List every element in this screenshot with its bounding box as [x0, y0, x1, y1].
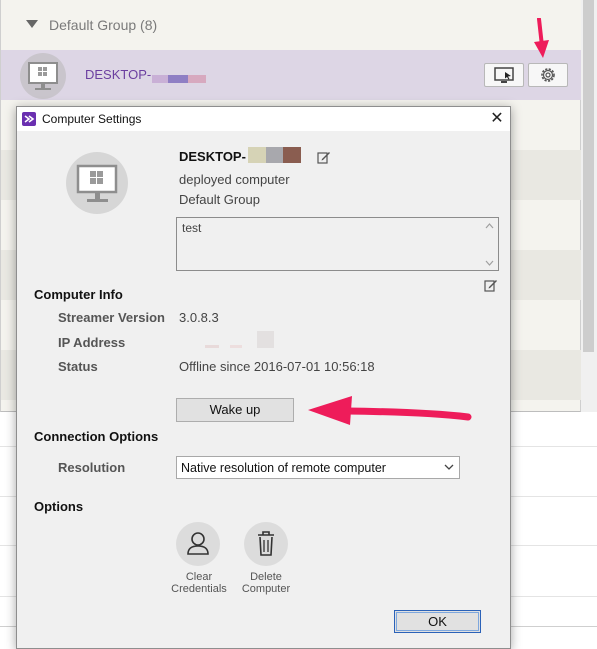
notes-scrollbar[interactable] — [481, 218, 498, 270]
delete-computer-label[interactable]: Delete Computer — [234, 571, 298, 595]
row-computer-avatar — [20, 53, 66, 99]
delete-computer-button[interactable] — [244, 522, 288, 566]
redacted-name-block — [168, 75, 188, 83]
clear-credentials-button[interactable] — [176, 522, 220, 566]
windows-monitor-icon — [76, 164, 118, 202]
clear-credentials-label[interactable]: Clear Credentials — [165, 571, 233, 595]
app-logo-icon — [22, 112, 36, 126]
collapse-caret-icon[interactable] — [26, 20, 38, 28]
redacted-name-block — [248, 147, 266, 163]
streamer-version-value: 3.0.8.3 — [179, 310, 219, 325]
computer-subtitle: deployed computer — [179, 172, 290, 187]
settings-button[interactable] — [528, 63, 568, 87]
ok-button[interactable]: OK — [394, 610, 481, 633]
computer-name: DESKTOP- — [179, 149, 246, 164]
notes-text: test — [182, 221, 202, 235]
resolution-label: Resolution — [58, 460, 126, 475]
group-header[interactable]: Default Group (8) — [1, 0, 581, 50]
dialog-title: Computer Settings — [42, 112, 142, 126]
connection-options-heading: Connection Options — [34, 429, 159, 444]
wake-up-button[interactable]: Wake up — [176, 398, 294, 422]
redacted-ip-block — [205, 345, 219, 348]
notes-textarea[interactable]: test — [176, 217, 499, 271]
dialog-titlebar[interactable]: Computer Settings ✕ — [17, 107, 510, 131]
remote-screen-button[interactable] — [484, 63, 524, 87]
edit-name-icon[interactable] — [317, 150, 331, 164]
computer-info-heading: Computer Info — [34, 287, 123, 302]
gear-icon — [541, 68, 555, 82]
background-scrollbar-thumb[interactable] — [583, 0, 594, 352]
redacted-name-block — [188, 75, 206, 83]
redacted-ip-block — [230, 345, 242, 348]
edit-notes-icon[interactable] — [484, 278, 498, 292]
resolution-selected-value: Native resolution of remote computer — [181, 461, 386, 475]
close-icon[interactable]: ✕ — [487, 109, 507, 129]
resolution-select[interactable]: Native resolution of remote computer — [176, 456, 460, 479]
user-icon — [187, 532, 209, 555]
delete-computer-label-line2: Computer — [241, 583, 291, 595]
redacted-ip-block — [257, 331, 274, 348]
remote-screen-icon — [494, 67, 514, 83]
delete-computer-label-line1: Delete — [250, 571, 282, 583]
status-label: Status — [58, 359, 98, 374]
trash-icon — [258, 531, 274, 556]
computer-group: Default Group — [179, 192, 260, 207]
row-computer-name[interactable]: DESKTOP- — [85, 67, 151, 82]
redacted-name-block — [152, 75, 168, 83]
computer-settings-dialog: Computer Settings ✕ DESKTOP- deployed co… — [16, 106, 511, 649]
redacted-name-block — [266, 147, 283, 163]
windows-monitor-icon — [28, 62, 58, 90]
computer-avatar — [66, 152, 128, 214]
options-heading: Options — [34, 499, 84, 514]
clear-credentials-label-line2: Credentials — [171, 583, 227, 595]
clear-credentials-label-line1: Clear — [185, 571, 213, 583]
group-title: Default Group (8) — [49, 17, 158, 33]
status-value: Offline since 2016-07-01 10:56:18 — [179, 359, 375, 374]
ip-address-label: IP Address — [58, 335, 126, 350]
streamer-version-label: Streamer Version — [58, 310, 165, 325]
redacted-name-block — [283, 147, 301, 163]
dropdown-arrow-icon[interactable] — [443, 461, 455, 473]
